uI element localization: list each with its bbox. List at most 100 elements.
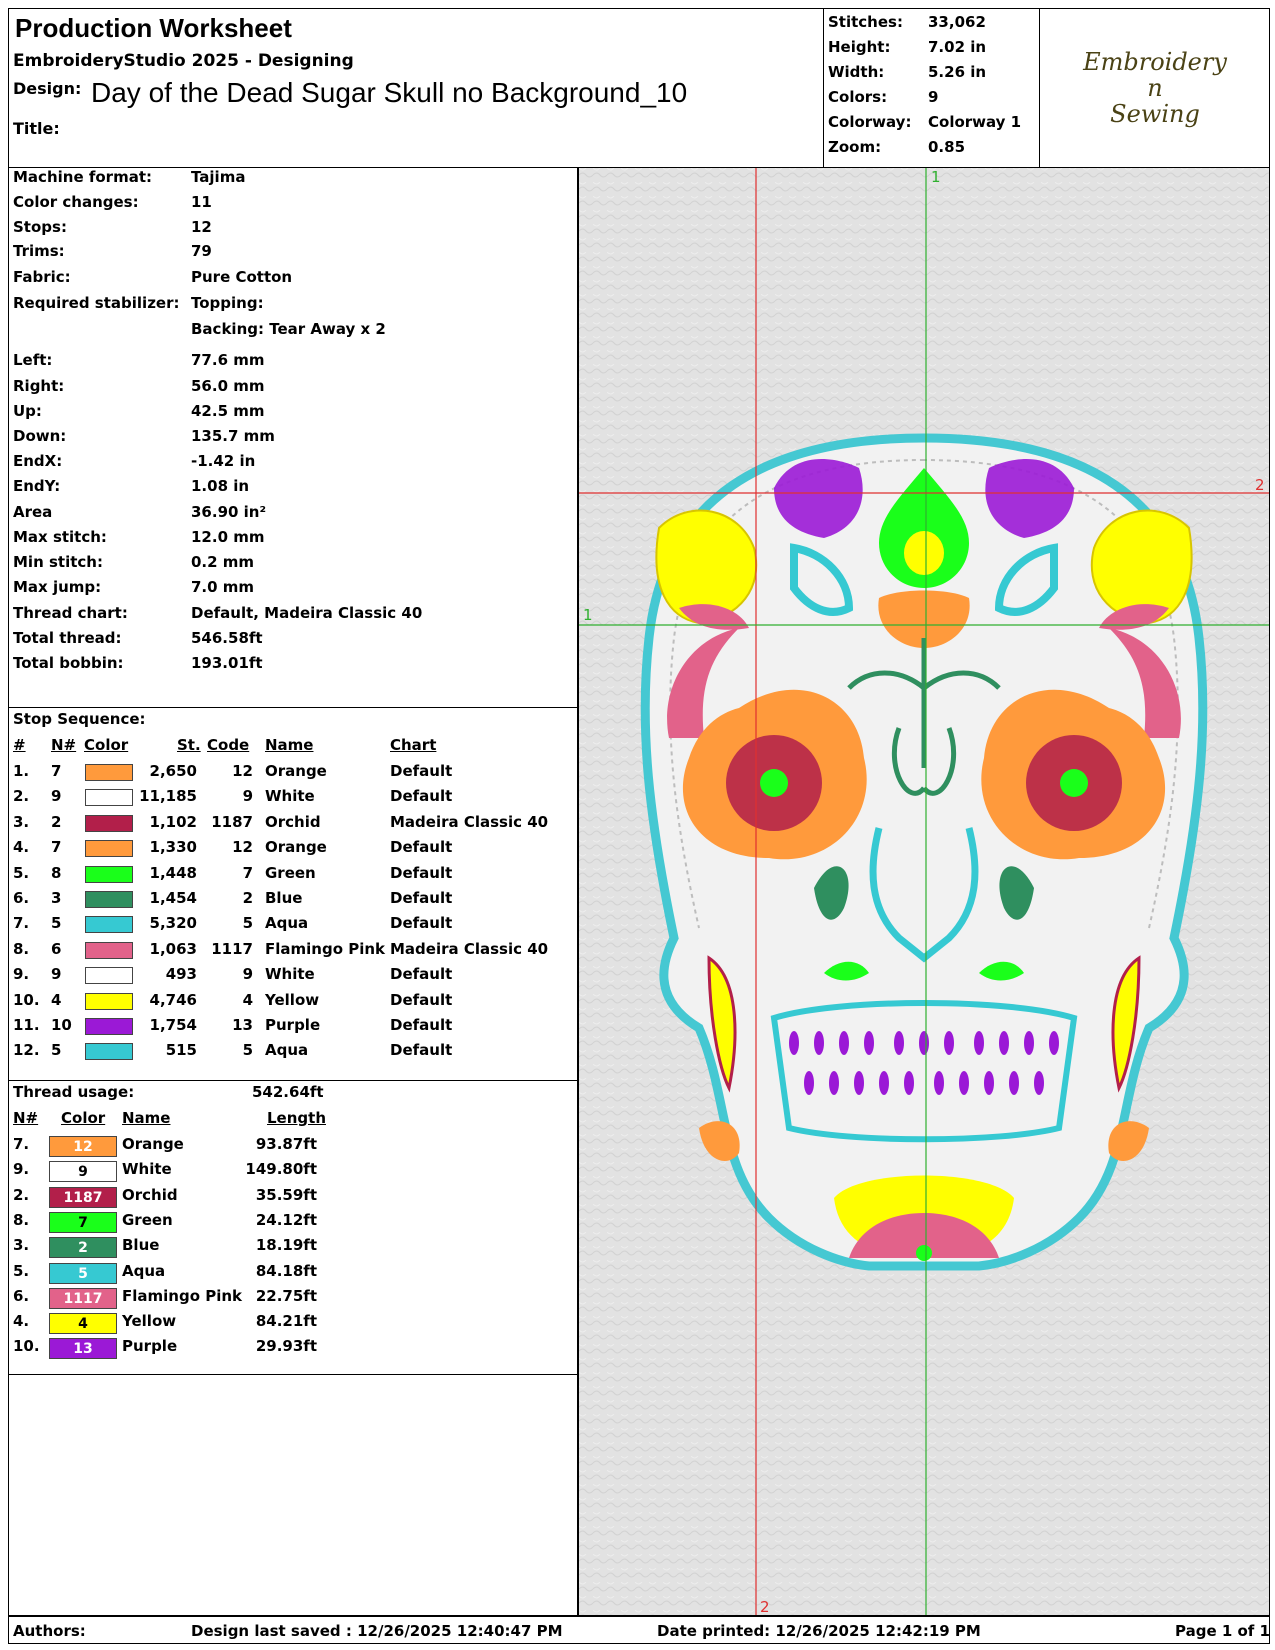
- stat-value: 5.26 in: [928, 63, 987, 81]
- color-swatch: 7: [49, 1211, 117, 1233]
- info-value: 135.7 mm: [191, 427, 275, 445]
- color-swatch: [85, 1018, 133, 1035]
- stop-index: 11.: [13, 1016, 40, 1034]
- col-header-color: Color: [61, 1109, 106, 1127]
- color-swatch: [85, 967, 133, 985]
- stop-thread-name: Aqua: [265, 1041, 309, 1060]
- info-value: 7.0 mm: [191, 578, 255, 596]
- info-row: Max jump: 7.0 mm: [13, 578, 254, 596]
- stop-thread-name: Green: [265, 863, 316, 882]
- info-label: Total thread:: [13, 629, 122, 647]
- usage-length: 35.59ft: [255, 1185, 317, 1204]
- usage-needle: 2.: [13, 1185, 30, 1204]
- stop-needle: 7: [51, 838, 62, 857]
- stop-stitches: 1,102: [149, 812, 197, 831]
- stop-index: 10.: [13, 990, 40, 1009]
- sheet-title: Production Worksheet: [15, 13, 292, 43]
- col-header-needle: N#: [13, 1109, 39, 1127]
- stop-index: 1.: [13, 762, 30, 780]
- info-label: EndX:: [13, 452, 63, 470]
- stop-stitches: 1,754: [149, 1016, 197, 1034]
- color-swatch: [85, 916, 133, 934]
- stop-code: 1187: [211, 812, 253, 831]
- color-swatch: [85, 865, 133, 883]
- info-value: 12: [191, 218, 212, 236]
- col-header-name: Name: [265, 736, 314, 754]
- usage-needle: 4.: [13, 1312, 30, 1331]
- stop-stitches: 1,063: [149, 939, 197, 958]
- stop-thread-name: Purple: [265, 1016, 321, 1034]
- info-value: Pure Cotton: [191, 268, 293, 286]
- usage-needle: 9.: [13, 1160, 30, 1179]
- info-label: Min stitch:: [13, 553, 103, 571]
- stop-thread-name: Orange: [265, 762, 327, 780]
- info-label: Area: [13, 503, 53, 521]
- info-label: Trims:: [13, 242, 65, 260]
- info-row: Right: 56.0 mm: [13, 377, 265, 395]
- stop-code: 13: [232, 1016, 253, 1034]
- footer-last-saved: Design last saved : 12/26/2025 12:40:47 …: [191, 1622, 563, 1640]
- info-label: Max jump:: [13, 578, 102, 596]
- stop-stitches: 4,746: [149, 990, 197, 1009]
- stop-needle: 8: [51, 863, 62, 882]
- usage-needle: 7.: [13, 1135, 30, 1153]
- stop-index: 8.: [13, 939, 30, 958]
- usage-length: 84.18ft: [255, 1261, 317, 1280]
- blank-area: [8, 1375, 578, 1616]
- color-swatch: 1117: [49, 1287, 117, 1309]
- col-header-stitches: St.: [177, 736, 201, 754]
- usage-thread-name: White: [122, 1160, 172, 1179]
- info-row: Total bobbin: 193.01ft: [13, 654, 263, 672]
- stop-code: 2: [242, 889, 253, 907]
- info-value: -1.42 in: [191, 452, 256, 470]
- top-yellow-dot: [904, 531, 944, 575]
- stop-chart: Madeira Classic 40: [390, 812, 549, 831]
- stat-label: Height:: [828, 38, 891, 56]
- stat-row: Width: 5.26 in: [828, 63, 986, 81]
- stop-needle: 4: [51, 990, 62, 1009]
- info-row: Total thread: 546.58ft: [13, 629, 263, 647]
- stop-code: 12: [232, 762, 253, 780]
- col-header-color: Color: [84, 736, 129, 754]
- design-label: Design:: [13, 79, 82, 98]
- info-value: 193.01ft: [191, 654, 263, 672]
- color-swatch: 4: [49, 1313, 117, 1335]
- info-label: Required stabilizer:: [13, 294, 180, 312]
- usage-thread-name: Yellow: [122, 1312, 177, 1331]
- usage-length: 149.80ft: [245, 1160, 317, 1179]
- col-header-needle: N#: [51, 736, 77, 754]
- stop-stitches: 493: [165, 965, 197, 984]
- stat-label: Colors:: [828, 88, 888, 106]
- machine-info: Machine format: Tajima Color changes: 11 Sto…: [8, 168, 578, 708]
- usage-thread-name: Orange: [122, 1135, 184, 1153]
- stop-thread-name: Aqua: [265, 914, 309, 933]
- color-swatch: [85, 1043, 133, 1061]
- info-label: [13, 320, 191, 338]
- col-header-name: Name: [122, 1109, 171, 1127]
- info-label: Thread chart:: [13, 604, 128, 622]
- stop-chart: Default: [390, 1016, 453, 1034]
- stat-label: Stitches:: [828, 13, 903, 31]
- stop-needle: 9: [51, 965, 62, 984]
- info-value: 77.6 mm: [191, 351, 265, 369]
- stop-chart: Default: [390, 863, 453, 882]
- stop-chart: Default: [390, 914, 453, 933]
- stop-chart: Default: [390, 1041, 453, 1060]
- stop-thread-name: White: [265, 787, 315, 806]
- stat-value: 33,062: [928, 13, 986, 31]
- stop-needle: 6: [51, 939, 62, 958]
- worksheet-header: Production Worksheet EmbroideryStudio 20…: [8, 8, 1270, 168]
- usage-thread-name: Aqua: [122, 1261, 166, 1280]
- col-header-code: Code: [207, 736, 250, 754]
- usage-length: 24.12ft: [255, 1210, 317, 1229]
- info-value: 42.5 mm: [191, 402, 265, 420]
- info-row: EndX: -1.42 in: [13, 452, 255, 470]
- info-value: 1.08 in: [191, 477, 250, 495]
- stop-index: 12.: [13, 1041, 40, 1060]
- stat-label: Zoom:: [828, 138, 882, 156]
- info-label: Up:: [13, 402, 42, 420]
- guide-label: 1: [583, 606, 593, 624]
- info-value: Topping:: [191, 294, 264, 312]
- info-value: Tajima: [191, 168, 246, 186]
- stop-chart: Default: [390, 990, 453, 1009]
